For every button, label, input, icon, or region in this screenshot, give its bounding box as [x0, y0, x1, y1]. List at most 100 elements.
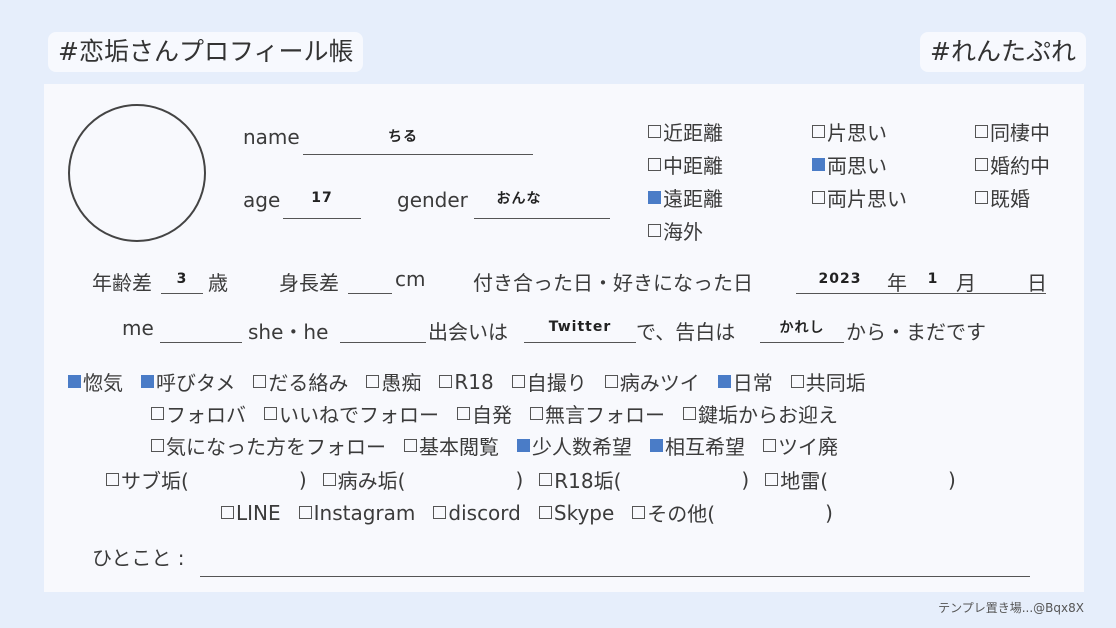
checkbox-option[interactable]: 愚痴 — [366, 367, 421, 396]
unchecked-box-icon[interactable] — [538, 506, 552, 519]
checkbox-option[interactable]: 同棲中 — [975, 117, 1050, 146]
confession-line — [760, 342, 844, 343]
unchecked-box-icon[interactable] — [439, 375, 453, 388]
height-gap-unit: cm — [395, 267, 426, 291]
date-year-value[interactable]: 2023 — [800, 271, 880, 287]
checkbox-option[interactable]: R18垢() — [539, 465, 749, 494]
checkbox-option[interactable]: 共同垢 — [790, 367, 866, 396]
unchecked-box-icon[interactable] — [106, 473, 119, 486]
age-gap-value[interactable]: 3 — [161, 271, 203, 287]
checkbox-option[interactable]: 無言フォロー — [530, 399, 665, 428]
checkbox-option[interactable]: R18 — [439, 369, 494, 394]
unchecked-box-icon[interactable] — [511, 375, 525, 388]
checkbox-option[interactable]: その他() — [632, 498, 833, 527]
date-line — [796, 293, 1046, 294]
checkbox-option[interactable]: だる絡み — [253, 367, 348, 396]
checkbox-option[interactable]: 片思い — [812, 117, 887, 146]
checked-box-icon[interactable] — [68, 375, 81, 388]
checked-box-icon[interactable] — [648, 191, 661, 204]
checkbox-option[interactable]: Skype — [538, 500, 615, 525]
unchecked-box-icon[interactable] — [530, 407, 543, 420]
comment-line[interactable] — [200, 576, 1030, 577]
checkbox-label: 愚痴 — [381, 371, 422, 395]
date-label: 付き合った日・好きになった日 — [473, 271, 753, 295]
gender-value[interactable]: おんな — [474, 188, 564, 208]
checkbox-option[interactable]: 婚約中 — [975, 150, 1050, 179]
checkbox-option[interactable]: ツイ廃 — [763, 431, 838, 460]
checked-box-icon[interactable] — [717, 375, 731, 388]
unchecked-box-icon[interactable] — [366, 375, 380, 388]
checkbox-option[interactable]: 自発 — [457, 399, 512, 428]
name-label: name — [243, 125, 300, 149]
unchecked-box-icon[interactable] — [790, 375, 804, 388]
checkbox-option[interactable]: 相互希望 — [650, 431, 745, 460]
name-value[interactable]: ちる — [303, 126, 503, 146]
unchecked-box-icon[interactable] — [298, 506, 312, 519]
unchecked-box-icon[interactable] — [253, 375, 267, 388]
unchecked-box-icon[interactable] — [975, 191, 988, 204]
checked-box-icon[interactable] — [650, 439, 663, 452]
checkbox-label: 気になった方をフォロー — [166, 435, 386, 459]
checkbox-label: Skype — [553, 500, 615, 525]
checkbox-option[interactable]: 呼びタメ — [141, 367, 235, 396]
checkbox-option[interactable]: Instagram — [298, 501, 415, 525]
unchecked-box-icon[interactable] — [404, 439, 417, 452]
checkbox-option[interactable]: 海外 — [648, 216, 703, 245]
checkbox-option[interactable]: 病みツイ — [604, 367, 700, 396]
unchecked-box-icon[interactable] — [221, 506, 234, 519]
checkbox-option[interactable]: 中距離 — [648, 150, 723, 179]
checkbox-option[interactable]: discord — [433, 501, 521, 525]
checkbox-option[interactable]: 気になった方をフォロー — [151, 431, 386, 460]
unchecked-box-icon[interactable] — [648, 158, 661, 171]
unchecked-box-icon[interactable] — [763, 439, 776, 452]
header-right-title: #れんたぷれ — [920, 32, 1086, 72]
checked-box-icon[interactable] — [517, 439, 530, 452]
age-value[interactable]: 17 — [283, 190, 361, 206]
checkbox-option[interactable]: 惚気 — [68, 367, 123, 396]
confession-value[interactable]: かれし — [760, 317, 844, 337]
checkbox-option[interactable]: 自撮り — [511, 367, 587, 396]
close-paren: ) — [298, 467, 307, 492]
checkbox-option[interactable]: サブ垢() — [106, 465, 307, 494]
unchecked-box-icon[interactable] — [539, 473, 553, 486]
checkbox-label: R18 — [454, 369, 494, 394]
unchecked-box-icon[interactable] — [975, 158, 988, 171]
checked-box-icon[interactable] — [141, 375, 154, 388]
date-month-value[interactable]: 1 — [920, 271, 946, 287]
unchecked-box-icon[interactable] — [683, 407, 696, 420]
checkbox-label: LINE — [236, 500, 281, 525]
unchecked-box-icon[interactable] — [632, 506, 646, 519]
met-value[interactable]: Twitter — [524, 319, 636, 335]
unchecked-box-icon[interactable] — [264, 407, 277, 420]
checkbox-option[interactable]: 両片思い — [812, 183, 907, 212]
unchecked-box-icon[interactable] — [812, 125, 825, 138]
checkbox-option[interactable]: 地雷() — [765, 465, 956, 494]
unchecked-box-icon[interactable] — [457, 407, 470, 420]
unchecked-box-icon[interactable] — [648, 224, 661, 237]
checkbox-option[interactable]: 日常 — [717, 367, 773, 396]
month-unit: 月 — [956, 271, 976, 295]
checkbox-option[interactable]: 基本閲覧 — [404, 431, 499, 460]
unchecked-box-icon[interactable] — [765, 473, 779, 486]
unchecked-box-icon[interactable] — [322, 473, 336, 486]
checkbox-label: 基本閲覧 — [419, 435, 499, 459]
checkbox-label: 日常 — [732, 371, 773, 395]
unchecked-box-icon[interactable] — [433, 506, 447, 519]
checkbox-option[interactable]: フォロバ — [151, 399, 246, 428]
checkbox-option[interactable]: LINE — [221, 501, 281, 525]
unchecked-box-icon[interactable] — [151, 407, 164, 420]
unchecked-box-icon[interactable] — [812, 191, 825, 204]
checkbox-option[interactable]: 両思い — [812, 150, 887, 179]
checked-box-icon[interactable] — [812, 158, 825, 171]
checkbox-option[interactable]: いいねでフォロー — [264, 399, 439, 428]
checkbox-option[interactable]: 少人数希望 — [517, 431, 632, 460]
checkbox-option[interactable]: 近距離 — [648, 117, 723, 146]
checkbox-option[interactable]: 既婚 — [975, 183, 1030, 212]
unchecked-box-icon[interactable] — [151, 439, 164, 452]
checkbox-option[interactable]: 鍵垢からお迎え — [683, 399, 838, 428]
unchecked-box-icon[interactable] — [604, 375, 618, 388]
checkbox-option[interactable]: 病み垢() — [322, 465, 523, 494]
unchecked-box-icon[interactable] — [648, 125, 661, 138]
unchecked-box-icon[interactable] — [975, 125, 988, 138]
checkbox-option[interactable]: 遠距離 — [648, 183, 723, 212]
